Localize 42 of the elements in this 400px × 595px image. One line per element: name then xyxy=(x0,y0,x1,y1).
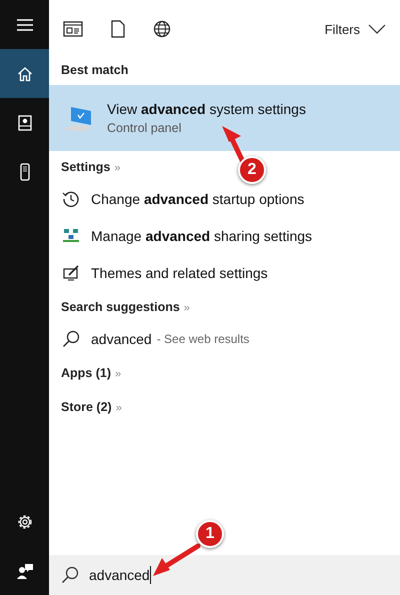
menu-icon xyxy=(16,18,32,30)
arrow-annotation xyxy=(153,544,200,576)
documents-filter-button[interactable] xyxy=(109,18,127,40)
more-chevron: » xyxy=(116,402,122,414)
result-subtitle: Control panel xyxy=(107,121,182,135)
settings-result[interactable]: Themes and related settings xyxy=(49,254,400,291)
apps-filter-button[interactable] xyxy=(61,19,85,39)
chevron-down-icon xyxy=(368,24,386,34)
section-header: Best match xyxy=(60,62,130,79)
home-button[interactable] xyxy=(0,49,49,98)
network-icon xyxy=(63,228,79,244)
person-icon xyxy=(16,562,34,580)
more-chevron: » xyxy=(115,368,122,380)
arrow-annotation xyxy=(222,126,246,164)
globe-icon xyxy=(153,20,171,38)
search-icon xyxy=(62,330,80,348)
brush-monitor-icon xyxy=(62,264,80,280)
category-header[interactable]: Store (2) xyxy=(61,400,112,414)
category-header[interactable]: Apps (1) xyxy=(61,366,111,380)
settings-icon xyxy=(16,512,34,530)
more-chevron: » xyxy=(114,162,120,174)
web-filter-button[interactable] xyxy=(151,18,173,40)
step-badge: 2 xyxy=(238,156,266,184)
more-chevron: » xyxy=(184,302,190,314)
search-icon xyxy=(61,566,79,584)
section-header: Search suggestions xyxy=(61,300,180,314)
speaker-icon xyxy=(20,162,30,180)
home-icon xyxy=(16,66,32,82)
web-suggestion[interactable]: advanced - See web results xyxy=(49,320,400,357)
search-field[interactable]: advanced xyxy=(49,555,400,595)
settings-result[interactable]: Manage advanced sharing settings xyxy=(49,217,400,254)
document-icon xyxy=(111,20,125,38)
filters-dropdown[interactable]: Filters xyxy=(324,22,386,36)
window-icon xyxy=(63,21,83,37)
step-badge: 1 xyxy=(196,520,224,548)
result-title: View advanced system settings xyxy=(107,101,306,117)
notebook-icon xyxy=(18,114,32,130)
best-match-result[interactable]: View advanced system settings Control panel xyxy=(49,85,400,151)
suggestion-hint: - See web results xyxy=(156,332,250,346)
section-header: Settings xyxy=(61,160,110,174)
history-icon xyxy=(62,190,80,208)
text-cursor xyxy=(150,566,151,584)
